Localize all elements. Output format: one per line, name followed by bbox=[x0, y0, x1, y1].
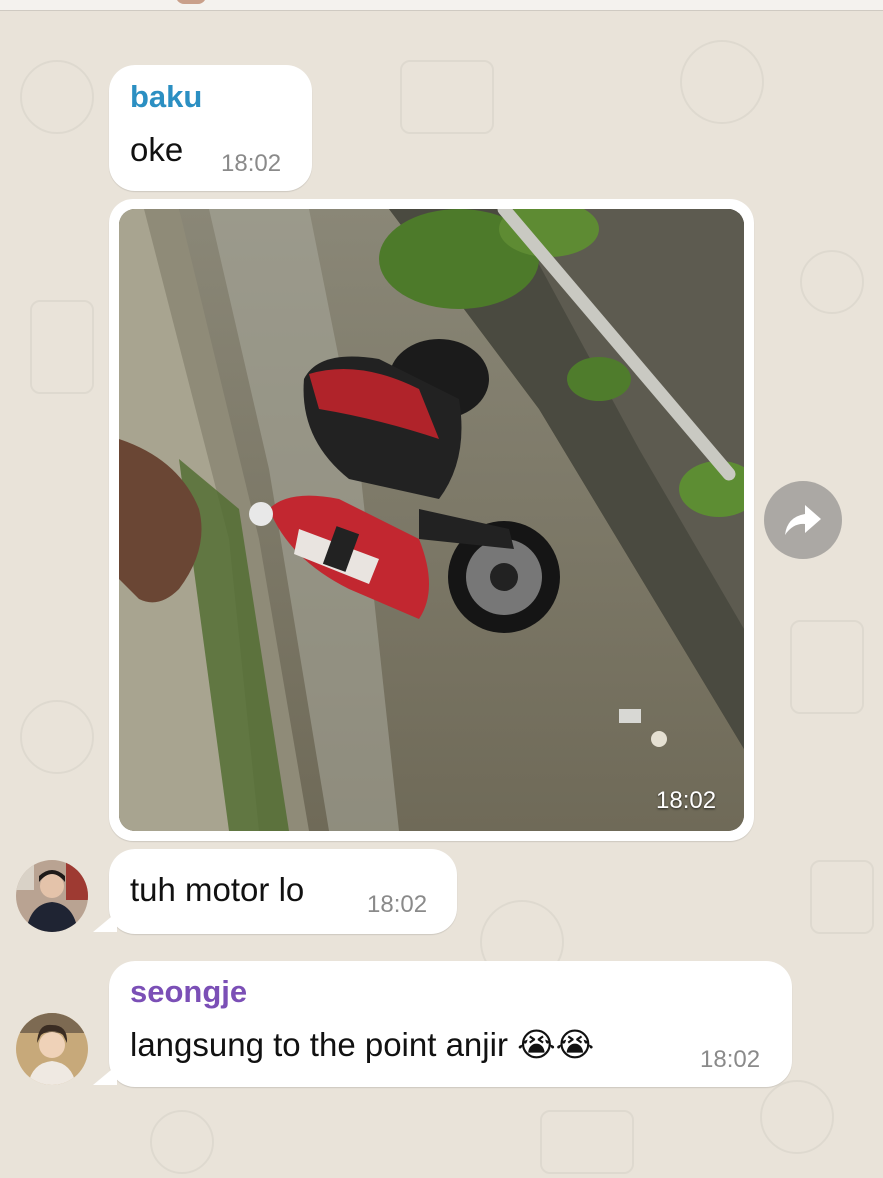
avatar-image bbox=[16, 860, 88, 932]
photo-image bbox=[119, 209, 744, 831]
previous-avatar-edge bbox=[176, 0, 206, 4]
motorcycle-in-ditch-photo[interactable]: 18:02 bbox=[119, 209, 744, 831]
message-bubble-baku[interactable]: baku oke 18:02 bbox=[109, 65, 312, 191]
message-text: tuh motor lo bbox=[130, 871, 305, 908]
photo-message-bubble[interactable]: 18:02 bbox=[109, 199, 754, 841]
photo-time: 18:02 bbox=[656, 787, 717, 814]
bubble-tail bbox=[93, 912, 117, 932]
avatar[interactable] bbox=[16, 1013, 88, 1085]
message-time: 18:02 bbox=[700, 1046, 761, 1073]
message-text: langsung to the point anjir 😭😭 bbox=[130, 1026, 595, 1063]
bubble-tail bbox=[93, 1065, 117, 1085]
avatar-image bbox=[16, 1013, 88, 1085]
top-bar-edge bbox=[0, 0, 883, 11]
forward-button[interactable] bbox=[764, 481, 842, 559]
message-bubble-seongje[interactable]: seongje langsung to the point anjir 😭😭 1… bbox=[109, 961, 792, 1087]
share-arrow-icon bbox=[785, 505, 821, 535]
message-bubble[interactable]: tuh motor lo 18:02 bbox=[109, 849, 457, 934]
message-text: oke bbox=[130, 131, 184, 168]
sender-name-baku[interactable]: baku bbox=[130, 79, 202, 115]
avatar[interactable] bbox=[16, 860, 88, 932]
message-time: 18:02 bbox=[221, 150, 282, 177]
sender-name-seongje[interactable]: seongje bbox=[130, 974, 247, 1010]
message-time: 18:02 bbox=[367, 891, 428, 918]
